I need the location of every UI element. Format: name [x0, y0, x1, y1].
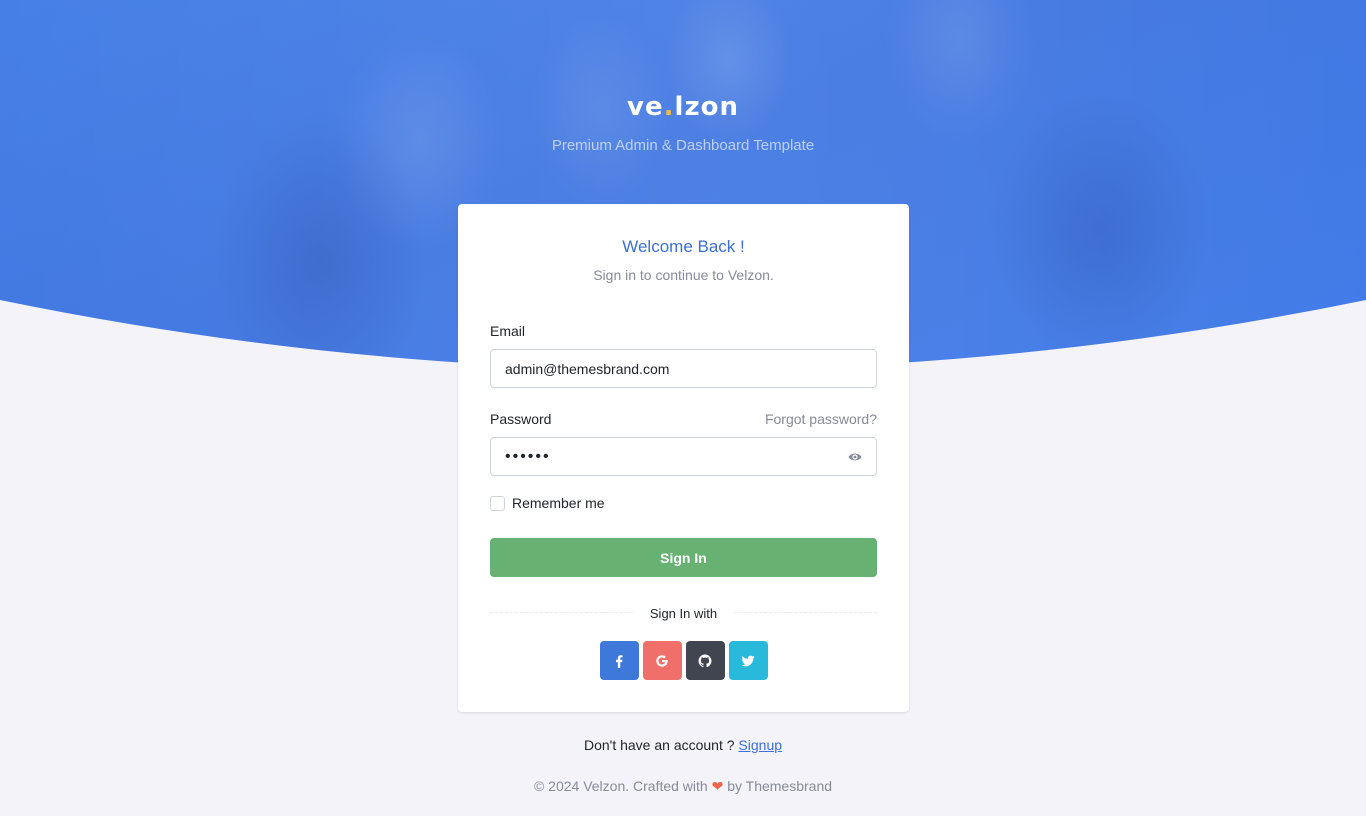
email-label-row: Email: [490, 321, 877, 341]
social-buttons: [490, 641, 877, 680]
sign-in-with-label: Sign In with: [633, 606, 734, 621]
copyright-text-start: © 2024 Velzon. Crafted with: [533, 778, 712, 794]
password-label-row: Password Forgot password?: [490, 409, 877, 429]
signup-link[interactable]: Signup: [738, 737, 782, 753]
card-header: Welcome Back ! Sign in to continue to Ve…: [490, 235, 877, 284]
password-field-wrapper: [490, 437, 877, 476]
sign-in-with-divider: Sign In with: [490, 605, 877, 621]
brand-header: ve.lzon Premium Admin & Dashboard Templa…: [0, 90, 1366, 156]
welcome-subtitle: Sign in to continue to Velzon.: [593, 267, 774, 283]
logo-text-end: lzon: [674, 92, 739, 122]
signup-prompt-text: Don't have an account ?: [583, 737, 739, 753]
forgot-password-link[interactable]: Forgot password?: [765, 411, 877, 427]
facebook-icon: [616, 654, 623, 668]
copyright-footer: © 2024 Velzon. Crafted with ❤ by Themesb…: [0, 778, 1366, 795]
heart-icon: ❤: [711, 778, 724, 794]
email-field[interactable]: [490, 349, 877, 388]
twitter-button[interactable]: [728, 641, 768, 680]
velzon-logo[interactable]: ve.lzon: [627, 90, 739, 124]
email-label: Email: [490, 323, 526, 339]
remember-me-checkbox[interactable]: [490, 495, 505, 511]
remember-me-row: Remember me: [490, 495, 877, 511]
login-card: Welcome Back ! Sign in to continue to Ve…: [458, 204, 909, 712]
facebook-button[interactable]: [599, 641, 639, 680]
eye-icon[interactable]: [847, 449, 863, 465]
logo-text-start: ve: [627, 92, 664, 122]
github-icon: [698, 653, 712, 667]
signup-prompt: Don't have an account ? Signup: [0, 737, 1366, 753]
login-form: Email Password Forgot password? Remember…: [490, 321, 877, 680]
brand-tagline: Premium Admin & Dashboard Template: [551, 137, 815, 154]
github-button[interactable]: [685, 641, 725, 680]
remember-me-label: Remember me: [512, 495, 605, 511]
google-button[interactable]: [642, 641, 682, 680]
logo-dot: .: [663, 92, 675, 122]
google-icon: [656, 654, 668, 667]
copyright-text-end: by Themesbrand: [723, 778, 833, 794]
sign-in-button[interactable]: Sign In: [490, 538, 877, 577]
password-field[interactable]: [490, 437, 877, 476]
twitter-icon: [741, 655, 755, 666]
password-label: Password: [490, 411, 552, 427]
welcome-title: Welcome Back !: [622, 237, 745, 256]
